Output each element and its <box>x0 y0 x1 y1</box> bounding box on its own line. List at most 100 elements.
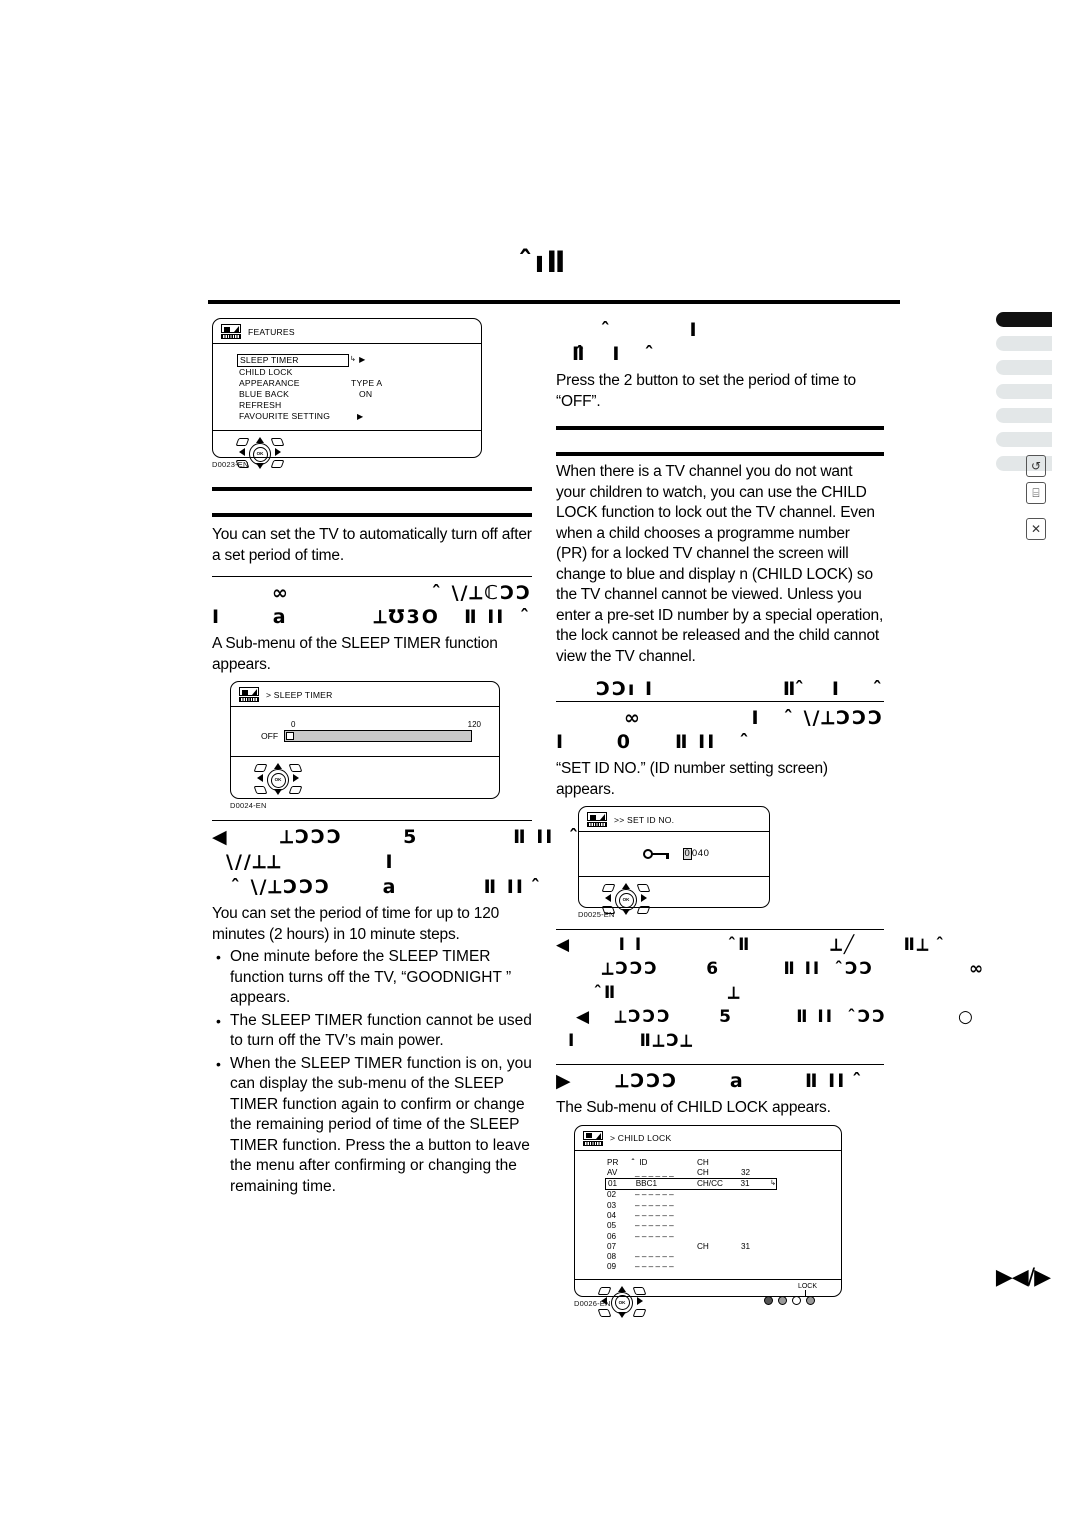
right-step-rule-2 <box>556 929 884 930</box>
title-rule <box>208 300 900 304</box>
right-step-2-glyph-l5: I Ⅱ⟂Ɔ⟂ <box>568 1031 695 1051</box>
cell-id: BBC1 <box>635 1179 658 1189</box>
table-row[interactable]: AV _ _ _ _ _ _ CH 32 <box>607 1168 841 1178</box>
cell-id: – – – – – – <box>635 1210 674 1220</box>
set-id-osd-titlebar: >> SET ID NO. <box>579 807 769 832</box>
child-lock-osd-titlebar: > CHILD LOCK <box>575 1126 841 1151</box>
set-id-first-digit[interactable]: 0 <box>683 848 692 860</box>
cell-id: – – – – – – <box>635 1221 674 1231</box>
features-item-value: TYPE A <box>351 378 383 388</box>
section-head-left: ƆƆı I <box>596 678 655 700</box>
list-item: When the SLEEP TIMER function is on, you… <box>212 1054 532 1198</box>
features-item-refresh[interactable]: REFRESH <box>239 400 481 411</box>
side-icon-group: ↺ ⌸ ✕ <box>1026 455 1046 545</box>
table-row[interactable]: 06 – – – – – – <box>607 1232 841 1242</box>
scale-min-label: 0 <box>291 720 296 729</box>
right-step-rule-3 <box>556 1064 884 1065</box>
features-item-label: CHILD LOCK <box>239 367 293 377</box>
child-lock-osd-title: > CHILD LOCK <box>610 1133 672 1143</box>
cell-pr: 07 <box>607 1241 617 1251</box>
keyboard-icon[interactable]: ⌸ <box>1026 482 1046 504</box>
table-row[interactable]: 05 – – – – – – <box>607 1221 841 1231</box>
sleep-timer-notes-list: One minute before the SLEEP TIMER functi… <box>212 947 532 1197</box>
features-item-blue-back[interactable]: BLUE BACK ON <box>239 389 481 400</box>
child-lock-osd-body: PR ̂ ID CH AV _ _ _ _ _ _ CH 32 01 BBC1 … <box>575 1151 841 1279</box>
features-item-label: BLUE BACK <box>239 389 290 399</box>
side-tab-2[interactable] <box>996 336 1052 351</box>
cell-num: 31 <box>741 1241 751 1251</box>
page-title: ̂ıⅡ <box>200 248 900 278</box>
features-item-appearance[interactable]: APPEARANCE TYPE A <box>239 378 481 389</box>
list-item: The SLEEP TIMER function cannot be used … <box>212 1011 532 1052</box>
sleep-timer-intro-text: You can set the TV to automatically turn… <box>212 526 532 564</box>
features-item-value: ON <box>359 389 373 399</box>
features-item-sleep-timer[interactable]: SLEEP TIMER ↳ ▶ <box>237 354 481 367</box>
child-lock-intro-text: When there is a TV channel you do not wa… <box>556 463 884 665</box>
navigation-pad-icon <box>253 761 303 797</box>
lock-indicator-label: LOCK <box>798 1282 817 1297</box>
child-lock-section-head: ƆƆı I Ⅱ ̂ I ̂ <box>556 677 884 701</box>
set-id-value[interactable]: 0 040 <box>683 848 710 860</box>
table-row[interactable]: 07 CH 31 <box>607 1242 841 1252</box>
sleep-timer-scale: 0 120 <box>291 720 481 730</box>
right-step-2-glyph-l4: ◀ ⟂ƆƆƆ 5 Ⅱ II ̂ƆƆ ○ <box>576 1007 975 1027</box>
sleep-timer-slider-track[interactable] <box>284 730 473 742</box>
side-tab-4[interactable] <box>996 384 1052 399</box>
features-item-label: APPEARANCE <box>239 378 300 388</box>
table-row[interactable]: 08 – – – – – – <box>607 1252 841 1262</box>
cell-ch: CH <box>697 1167 709 1177</box>
table-row[interactable]: 09 – – – – – – <box>607 1262 841 1272</box>
left-step-2-glyph-l1: ◀ ⟂ƆƆƆ 5 Ⅱ II ̂ƆƆ ƆƆı I <box>212 826 697 848</box>
right-note-text: Press the 2 button to set the period of … <box>556 372 856 410</box>
sleep-timer-osd-body: 0 120 OFF <box>231 707 499 756</box>
sleep-timer-slider-knob[interactable] <box>286 732 295 740</box>
features-item-favourite-setting[interactable]: FAVOURITE SETTING ▶ <box>239 411 481 422</box>
cell-id: – – – – – – <box>635 1231 674 1241</box>
column-header-num <box>741 1158 771 1168</box>
sleep-timer-osd-caption: D0024-EN <box>230 801 267 810</box>
right-step-1-glyph-row: ∞ I ̂ \/⟂ƆƆƆ <box>624 707 884 729</box>
sleep-timer-slider[interactable]: 0 120 OFF <box>231 707 499 756</box>
cell-pr: 01 <box>608 1179 618 1189</box>
child-lock-rule-bottom <box>556 452 884 456</box>
features-item-child-lock[interactable]: CHILD LOCK <box>239 367 481 378</box>
left-step-1: ∞ ̂ \/⟂ℂƆƆ I a ⟂℧3Օ Ⅱ II ̂ A Sub-menu of… <box>212 581 532 675</box>
side-tab-1[interactable] <box>996 312 1052 327</box>
sleep-timer-osd-title: > SLEEP TIMER <box>266 689 333 700</box>
table-header-row: PR ̂ ID CH <box>607 1158 841 1168</box>
side-tab-5[interactable] <box>996 408 1052 423</box>
column-header-id: ̂ ID <box>635 1157 648 1167</box>
child-lock-heading-blank <box>556 430 884 452</box>
set-id-osd-footer <box>579 876 769 920</box>
side-tab-3[interactable] <box>996 360 1052 375</box>
cursor-icon: ↳ <box>770 1180 777 1188</box>
right-step-2-glyph-l2: ⟂ƆƆƆ 6 Ⅱ II ̂ƆƆ ∞ <box>602 959 986 979</box>
cell-pr: 04 <box>607 1210 617 1220</box>
cell-pr: 06 <box>607 1231 617 1241</box>
cell-pr: AV <box>607 1167 618 1177</box>
table-row[interactable]: 01 BBC1 CH/CC 31 ↳ <box>605 1178 777 1191</box>
rotate-icon[interactable]: ↺ <box>1026 455 1046 477</box>
features-item-value <box>351 367 441 378</box>
set-id-row[interactable]: 0 040 <box>579 832 769 876</box>
features-osd-title: FEATURES <box>248 326 295 337</box>
side-tab-6[interactable] <box>996 432 1052 447</box>
table-row[interactable]: 03 – – – – – – <box>607 1201 841 1211</box>
scale-max-label: 120 <box>467 720 481 729</box>
features-item-label: SLEEP TIMER <box>237 354 349 367</box>
features-osd-titlebar: FEATURES <box>213 319 481 344</box>
table-row[interactable]: 02 – – – – – – <box>607 1190 841 1200</box>
column-header-pr: PR <box>607 1157 619 1167</box>
cursor-icon: ↳ <box>350 356 357 363</box>
right-step-rule-1 <box>556 701 884 702</box>
table-row[interactable]: 04 – – – – – – <box>607 1211 841 1221</box>
left-column: FEATURES SLEEP TIMER ↳ ▶ CHILD LOCK APPE… <box>212 318 697 1197</box>
child-lock-osd-screenshot: > CHILD LOCK PR ̂ ID CH AV _ _ _ _ _ _ C… <box>574 1124 842 1318</box>
navigation-pad-icon <box>597 1284 647 1320</box>
cell-pr: 05 <box>607 1221 617 1231</box>
cell-id: – – – – – – <box>635 1190 674 1200</box>
close-icon[interactable]: ✕ <box>1026 518 1046 540</box>
cell-num: 31 <box>740 1179 750 1189</box>
sleep-timer-osd-footer <box>231 756 499 800</box>
child-lock-osd-footer: LOCK <box>575 1278 841 1327</box>
